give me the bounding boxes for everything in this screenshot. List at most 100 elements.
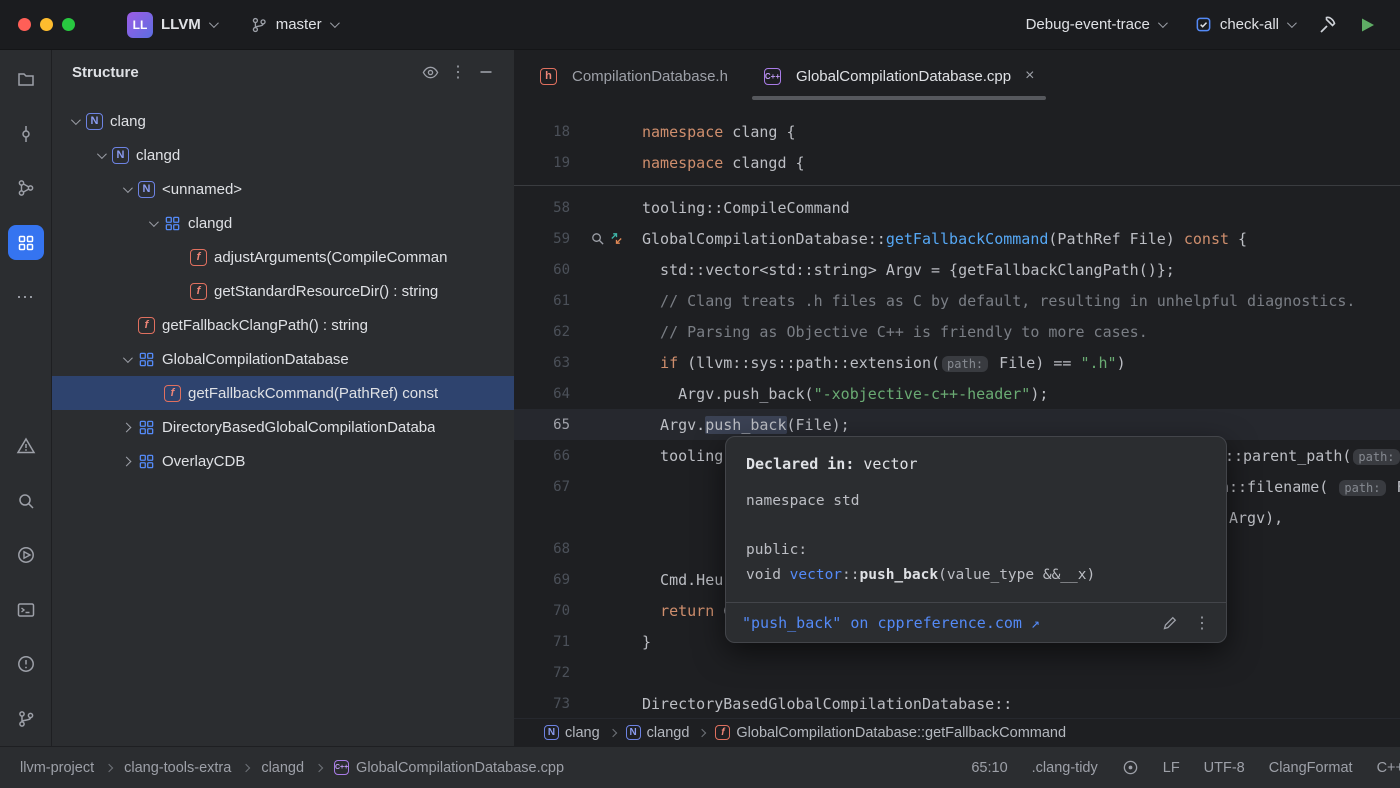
tool-structure-button[interactable] [8, 225, 44, 259]
line-number[interactable]: 70 [514, 603, 570, 619]
chevron-down-icon[interactable] [114, 186, 138, 193]
branch-widget[interactable]: master [240, 11, 347, 39]
target-selector[interactable]: check-all [1185, 11, 1304, 38]
structure-tree-item[interactable]: OverlayCDB [52, 444, 514, 478]
clang-tidy-widget[interactable]: .clang-tidy [1032, 760, 1098, 776]
chevron-down-icon[interactable] [62, 118, 86, 125]
chevron-down-icon[interactable] [88, 152, 112, 159]
code-line-72[interactable]: 72 [514, 657, 1400, 688]
formatter-widget[interactable]: ClangFormat [1269, 760, 1353, 776]
status-widgets: 65:10 .clang-tidy LF UTF-8 ClangFormat C… [971, 759, 1400, 776]
close-window-button[interactable] [18, 18, 31, 31]
line-number[interactable]: 61 [514, 293, 570, 309]
line-number[interactable]: 18 [514, 124, 570, 140]
line-number[interactable]: 63 [514, 355, 570, 371]
run-button[interactable] [1350, 8, 1384, 42]
structure-tree-item[interactable]: Nclang [52, 104, 514, 138]
line-number[interactable]: 19 [514, 155, 570, 171]
hide-panel-button[interactable] [472, 58, 500, 86]
project-widget[interactable]: LL LLVM [117, 7, 226, 43]
tool-version-control-button[interactable] [8, 702, 44, 736]
line-number[interactable]: 73 [514, 696, 570, 712]
structure-tree-item[interactable]: GlobalCompilationDatabase [52, 342, 514, 376]
line-number[interactable]: 64 [514, 386, 570, 402]
chevron-right-icon[interactable] [114, 458, 138, 465]
tool-run-button[interactable] [8, 538, 44, 572]
encoding-widget[interactable]: UTF-8 [1204, 760, 1245, 776]
chevron-right-icon[interactable] [114, 424, 138, 431]
gutter[interactable] [570, 231, 630, 246]
structure-tree-item[interactable]: fadjustArguments(CompileComman [52, 240, 514, 274]
kebab-menu-icon[interactable]: ⋮ [1194, 613, 1210, 632]
structure-tree-item[interactable]: fgetStandardResourceDir() : string [52, 274, 514, 308]
language-widget[interactable]: C++ [1377, 760, 1400, 776]
branch-name: master [276, 16, 322, 33]
caret-position-widget[interactable]: 65:10 [971, 760, 1007, 776]
breadcrumb-clang[interactable]: N clang [544, 725, 600, 741]
code-line-64[interactable]: 64 Argv.push_back("-xobjective-c++-heade… [514, 378, 1400, 409]
run-play-icon [1357, 15, 1377, 35]
line-number[interactable]: 62 [514, 324, 570, 340]
structure-tree-item[interactable]: clangd [52, 206, 514, 240]
tool-commit-button[interactable] [8, 116, 44, 150]
path-clang-tools-extra[interactable]: clang-tools-extra [124, 760, 231, 776]
line-number[interactable]: 59 [514, 231, 570, 247]
tool-warnings-button[interactable] [8, 429, 44, 463]
editor-tab-bar: h CompilationDatabase.h C++ GlobalCompil… [514, 50, 1400, 102]
breadcrumb-function[interactable]: f GlobalCompilationDatabase::getFallback… [715, 725, 1066, 741]
code-line-73[interactable]: 73DirectoryBasedGlobalCompilationDatabas… [514, 688, 1400, 718]
structure-tree-item[interactable]: N<unnamed> [52, 172, 514, 206]
code-line-60[interactable]: 60 std::vector<std::string> Argv = {getF… [514, 254, 1400, 285]
line-number[interactable]: 66 [514, 448, 570, 464]
code-line-59[interactable]: 59GlobalCompilationDatabase::getFallback… [514, 223, 1400, 254]
minimize-window-button[interactable] [40, 18, 53, 31]
chevron-down-icon[interactable] [114, 356, 138, 363]
structure-tree-item[interactable]: DirectoryBasedGlobalCompilationDataba [52, 410, 514, 444]
chevron-down-icon[interactable] [140, 220, 164, 227]
line-number[interactable]: 69 [514, 572, 570, 588]
tool-terminal-button[interactable] [8, 593, 44, 627]
code-line-61[interactable]: 61 // Clang treats .h files as C by defa… [514, 285, 1400, 316]
line-separator-widget[interactable]: LF [1163, 760, 1180, 776]
line-number[interactable]: 71 [514, 634, 570, 650]
line-number[interactable]: 65 [514, 417, 570, 433]
build-button[interactable] [1310, 8, 1344, 42]
code-line-62[interactable]: 62 // Parsing as Objective C++ is friend… [514, 316, 1400, 347]
code-line-19[interactable]: 19namespace clangd { [514, 147, 1400, 178]
edit-icon[interactable] [1162, 615, 1178, 631]
cppreference-link[interactable]: "push_back" on cppreference.com ↗ [742, 614, 1162, 632]
code-line-18[interactable]: 18namespace clang { [514, 116, 1400, 147]
zoom-window-button[interactable] [62, 18, 75, 31]
tab-compilationdatabase-h[interactable]: h CompilationDatabase.h [522, 50, 746, 102]
view-options-button[interactable] [416, 58, 444, 86]
path-file[interactable]: C++ GlobalCompilationDatabase.cpp [334, 760, 564, 776]
structure-tree-item[interactable]: fgetFallbackClangPath() : string [52, 308, 514, 342]
path-clangd[interactable]: clangd [261, 760, 304, 776]
close-tab-icon[interactable]: × [1025, 67, 1034, 85]
structure-tree-item[interactable]: Nclangd [52, 138, 514, 172]
breadcrumb-clangd[interactable]: N clangd [626, 725, 690, 741]
line-number[interactable]: 60 [514, 262, 570, 278]
usages-search-icon[interactable] [590, 231, 605, 246]
line-number[interactable]: 68 [514, 541, 570, 557]
line-number[interactable]: 67 [514, 479, 570, 495]
panel-options-button[interactable]: ⋮ [444, 58, 472, 86]
tab-globalcompilationdatabase-cpp[interactable]: C++ GlobalCompilationDatabase.cpp × [746, 50, 1052, 102]
code-line-58[interactable]: 58tooling::CompileCommand [514, 192, 1400, 223]
tool-project-button[interactable] [8, 62, 44, 96]
tool-problems-button[interactable] [8, 647, 44, 681]
related-symbols-icon[interactable] [609, 231, 624, 246]
external-link-icon: ↗ [1031, 614, 1040, 632]
code-editor[interactable]: 18namespace clang {19namespace clangd { 5… [514, 102, 1400, 718]
tool-search-button[interactable] [8, 484, 44, 518]
line-number[interactable]: 72 [514, 665, 570, 681]
inspections-icon[interactable] [1122, 759, 1139, 776]
more-tools-button[interactable]: ⋯ [8, 280, 44, 314]
structure-tree-item[interactable]: fgetFallbackCommand(PathRef) const [52, 376, 514, 410]
tool-pull-requests-button[interactable] [8, 171, 44, 205]
run-config-selector[interactable]: Debug-event-trace [1016, 11, 1175, 38]
code-line-63[interactable]: 63 if (llvm::sys::path::extension(path: … [514, 347, 1400, 378]
line-number[interactable]: 58 [514, 200, 570, 216]
path-llvm-project[interactable]: llvm-project [20, 760, 94, 776]
code-token: clang { [723, 123, 795, 141]
